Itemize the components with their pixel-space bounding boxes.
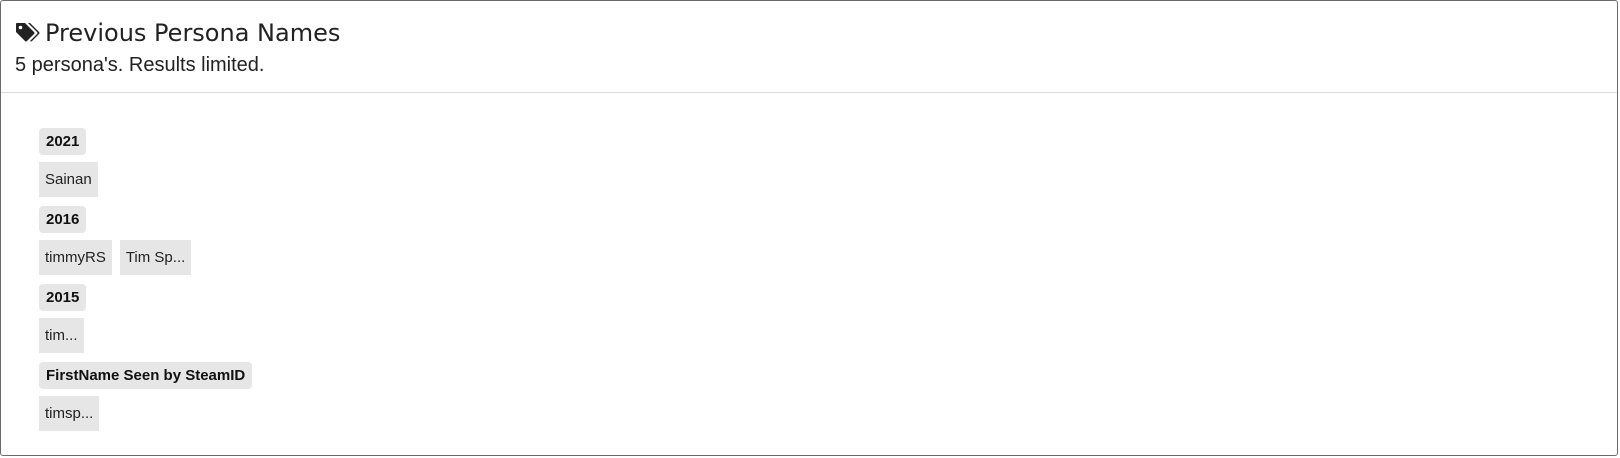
persona-name-chip[interactable]: tim... [39,318,84,353]
persona-name-list: timsp... [39,396,1579,431]
results-summary: 5 persona's. Results limited. [15,54,265,76]
group-label: 2016 [39,206,87,233]
persona-name-chip[interactable]: Sainan [39,162,98,197]
persona-group: 2015 tim... [39,284,1579,353]
persona-name-chip[interactable]: Tim Sp... [119,240,192,275]
persona-group: 2016 timmyRS Tim Sp... [39,206,1579,275]
persona-group: FirstName Seen by SteamID timsp... [39,362,1579,431]
card-body: 2021 Sainan 2016 timmyRS Tim Sp... 2015 … [1,93,1617,431]
group-label: FirstName Seen by SteamID [39,362,253,389]
tags-icon [15,21,41,45]
card-header: Previous Persona Names 5 persona's. Resu… [1,1,1617,93]
title-row: Previous Persona Names [15,17,1603,49]
group-label: 2015 [39,284,87,311]
group-label: 2021 [39,128,87,155]
persona-name-list: timmyRS Tim Sp... [39,240,1579,275]
persona-name-list: Sainan [39,162,1579,197]
persona-group: 2021 Sainan [39,128,1579,197]
persona-names-card: Previous Persona Names 5 persona's. Resu… [0,0,1618,456]
page-title: Previous Persona Names [45,19,341,47]
persona-name-chip[interactable]: timmyRS [39,240,112,275]
persona-name-chip[interactable]: timsp... [39,396,100,431]
persona-name-list: tim... [39,318,1579,353]
